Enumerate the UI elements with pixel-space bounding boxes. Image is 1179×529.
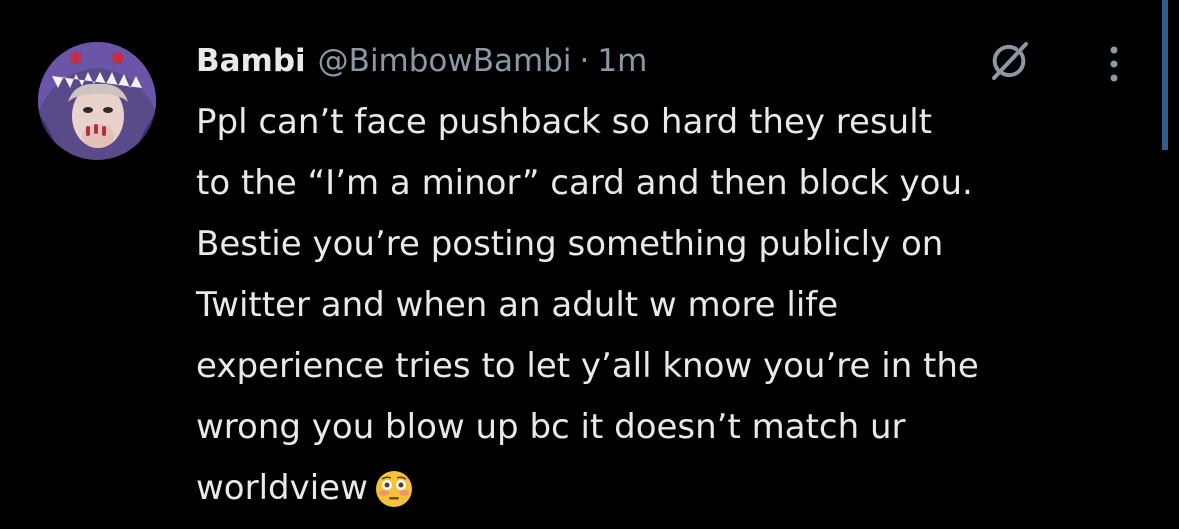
- tweet-text-last-line: worldview: [196, 458, 1146, 519]
- display-name[interactable]: Bambi: [196, 43, 306, 79]
- scrollbar[interactable]: [1162, 0, 1168, 150]
- tweet-header: Bambi @BimbowBambi · 1m: [196, 36, 647, 86]
- tweet-text-line: experience tries to let y’all know you’r…: [196, 346, 979, 386]
- tweet[interactable]: Bambi @BimbowBambi · 1m Ppl can’t face p…: [0, 0, 1179, 519]
- tweet-text-line: Bestie you’re posting something publicly…: [196, 224, 944, 264]
- tweet-text-word: worldview: [196, 468, 368, 508]
- avatar-image: [38, 42, 156, 160]
- timestamp[interactable]: 1m: [597, 43, 647, 79]
- separator-dot: ·: [579, 43, 590, 79]
- avatar[interactable]: [38, 42, 156, 160]
- tweet-text-line: to the “I’m a minor” card and then block…: [196, 163, 973, 203]
- flushed-face-icon: [374, 468, 414, 508]
- tweet-text-line: Twitter and when an adult w more life: [196, 285, 839, 325]
- tweet-text: Ppl can’t face pushback so hard they res…: [196, 92, 1146, 519]
- grok-icon[interactable]: [986, 38, 1032, 84]
- more-vertical-icon[interactable]: [1106, 44, 1122, 84]
- tweet-text-line: wrong you blow up bc it doesn’t match ur: [196, 407, 906, 447]
- tweet-text-line: Ppl can’t face pushback so hard they res…: [196, 102, 932, 142]
- user-handle[interactable]: @BimbowBambi: [318, 43, 572, 79]
